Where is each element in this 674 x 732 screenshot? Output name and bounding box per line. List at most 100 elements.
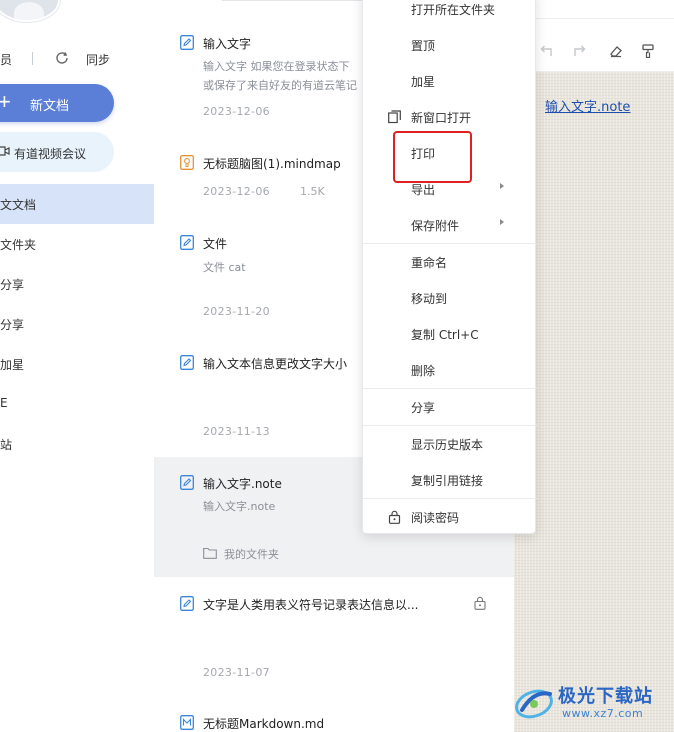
menu-item-label: 新窗口打开: [411, 111, 472, 125]
menu-item-label: 置顶: [411, 39, 436, 53]
menu-item-label: 打印: [411, 147, 436, 161]
lock-icon: [474, 596, 486, 610]
sidebar-item-label: E: [0, 396, 8, 410]
list-item-title: 输入文字: [203, 37, 252, 51]
sidebar-top-actions: 员 同步: [0, 48, 154, 70]
markdown-file-icon: [180, 715, 194, 730]
menu-item-export[interactable]: 导出: [363, 171, 537, 207]
menu-item-save-attachment[interactable]: 保存附件: [363, 207, 537, 243]
menu-item-label: 导出: [411, 183, 436, 197]
watermark-url: www.xz7.com: [562, 707, 644, 720]
menu-item-move-to[interactable]: 移动到: [363, 280, 537, 316]
sidebar-item-label: 文文档: [0, 198, 37, 212]
list-item[interactable]: 文字是人类用表义符号记录表达信息以... 2023-11-07: [154, 577, 514, 697]
snippet-line: 或保存了来自好友的有道云笔记: [203, 79, 357, 92]
menu-item-star[interactable]: 加星: [363, 63, 537, 99]
list-item-folder: 我的文件夹: [224, 548, 279, 561]
menu-item-delete[interactable]: 删除: [363, 352, 537, 388]
new-document-label: 新文档: [30, 98, 70, 113]
context-menu: 打开所在文件夹 置顶 加星 新窗口打开 打印 导出 保存附件 重命名 移动到 复…: [362, 0, 537, 535]
menu-item-label: 移动到: [411, 292, 448, 306]
list-item-date: 2023-11-13: [203, 425, 270, 438]
sidebar-item-latest-docs[interactable]: 文文档: [0, 184, 154, 224]
menu-item-label: 重命名: [411, 256, 448, 270]
sidebar-item-label: 文件夹: [0, 238, 37, 252]
format-painter-icon[interactable]: [640, 44, 656, 58]
sidebar-item-starred[interactable]: 加星: [0, 344, 154, 384]
menu-item-print[interactable]: 打印: [363, 135, 537, 171]
list-item-snippet: 文件 cat: [203, 258, 373, 277]
menu-item-open-new-window[interactable]: 新窗口打开: [363, 99, 537, 135]
video-meeting-label: 有道视频会议: [14, 147, 87, 161]
folder-icon: [203, 547, 217, 559]
menu-item-label: 复制引用链接: [411, 474, 484, 488]
menu-item-label: 加星: [411, 75, 436, 89]
menu-item-read-password[interactable]: 阅读密码: [363, 499, 537, 535]
list-item-title: 输入文字.note: [203, 477, 282, 491]
sidebar-item-label: 分享: [0, 318, 25, 332]
list-item-title: 无标题Markdown.md: [203, 717, 325, 731]
menu-item-share[interactable]: 分享: [363, 389, 537, 425]
sidebar-item-label: 站: [0, 438, 13, 452]
sync-icon[interactable]: [54, 50, 70, 66]
editor-toolbar: [514, 0, 674, 72]
avatar[interactable]: [0, 0, 60, 22]
redo-icon[interactable]: [572, 44, 588, 58]
watermark-name: 极光下载站: [558, 686, 653, 707]
sidebar-item-label: 加星: [0, 358, 25, 372]
menu-item-label: 阅读密码: [411, 511, 460, 525]
note-file-icon: [180, 596, 194, 611]
submenu-arrow-icon: [500, 219, 504, 225]
sidebar-item-tags[interactable]: E: [0, 384, 154, 424]
lock-icon: [388, 510, 401, 524]
list-item-title: 无标题脑图(1).mindmap: [203, 157, 341, 171]
menu-item-pin-top[interactable]: 置顶: [363, 27, 537, 63]
menu-item-copy[interactable]: 复制 Ctrl+C: [363, 316, 537, 352]
sidebar-item-shared-with-me[interactable]: 分享: [0, 304, 154, 344]
undo-icon[interactable]: [538, 44, 554, 58]
plus-icon: +: [0, 89, 11, 114]
list-item-snippet: 输入文字 如果您在登录状态下 或保存了来自好友的有道云笔记: [203, 57, 373, 95]
menu-item-copy-reference-link[interactable]: 复制引用链接: [363, 462, 537, 498]
list-item-date: 2023-11-20: [203, 305, 270, 318]
list-item-title: 文字是人类用表义符号记录表达信息以...: [203, 598, 419, 612]
menu-item-rename[interactable]: 重命名: [363, 244, 537, 280]
list-item-date: 2023-12-06: [203, 105, 270, 118]
list-item-snippet: 输入文字.note: [203, 497, 373, 516]
list-item-date: 2023-12-06: [203, 185, 270, 198]
sidebar-item-my-shares[interactable]: 分享: [0, 264, 154, 304]
member-label[interactable]: 员: [0, 51, 12, 68]
submenu-arrow-icon: [500, 183, 504, 189]
note-file-icon: [180, 235, 194, 250]
sync-button[interactable]: 同步: [86, 51, 110, 68]
note-file-icon: [180, 355, 194, 370]
snippet-line: 输入文字 如果您在登录状态下: [203, 60, 350, 73]
snippet-line: 输入文字.note: [203, 500, 276, 513]
menu-item-label: 打开所在文件夹: [411, 3, 496, 17]
note-file-icon: [180, 35, 194, 50]
editor-note-link[interactable]: 输入文字.note: [545, 96, 630, 115]
divider: [222, 0, 372, 1]
snippet-line: 文件 cat: [203, 261, 246, 274]
menu-item-label: 删除: [411, 364, 436, 378]
menu-item-label: 分享: [411, 401, 436, 415]
sidebar: 员 同步 + 新文档 有道视频会议 文文档 文件夹 分享 分享 加星 E 站: [0, 0, 154, 732]
list-item[interactable]: 无标题Markdown.md: [154, 697, 514, 732]
menu-item-show-history[interactable]: 显示历史版本: [363, 426, 537, 462]
list-item-title: 文件: [203, 237, 228, 251]
video-meeting-button[interactable]: 有道视频会议: [0, 132, 114, 172]
new-document-button[interactable]: + 新文档: [0, 84, 114, 122]
mindmap-file-icon: [180, 155, 194, 170]
eraser-icon[interactable]: [608, 44, 624, 58]
sidebar-item-trash[interactable]: 站: [0, 424, 154, 464]
watermark-logo-icon: [515, 689, 553, 719]
list-item-size: 1.5K: [300, 185, 325, 198]
menu-item-open-containing-folder[interactable]: 打开所在文件夹: [363, 0, 537, 27]
sidebar-item-my-folders[interactable]: 文件夹: [0, 224, 154, 264]
watermark: 极光下载站 www.xz7.com: [512, 680, 672, 726]
new-window-icon: [388, 110, 401, 124]
divider: [32, 52, 33, 65]
note-file-icon: [180, 475, 194, 490]
list-item-title: 输入文本信息更改文字大小: [203, 357, 348, 371]
video-meeting-icon: [0, 146, 10, 156]
